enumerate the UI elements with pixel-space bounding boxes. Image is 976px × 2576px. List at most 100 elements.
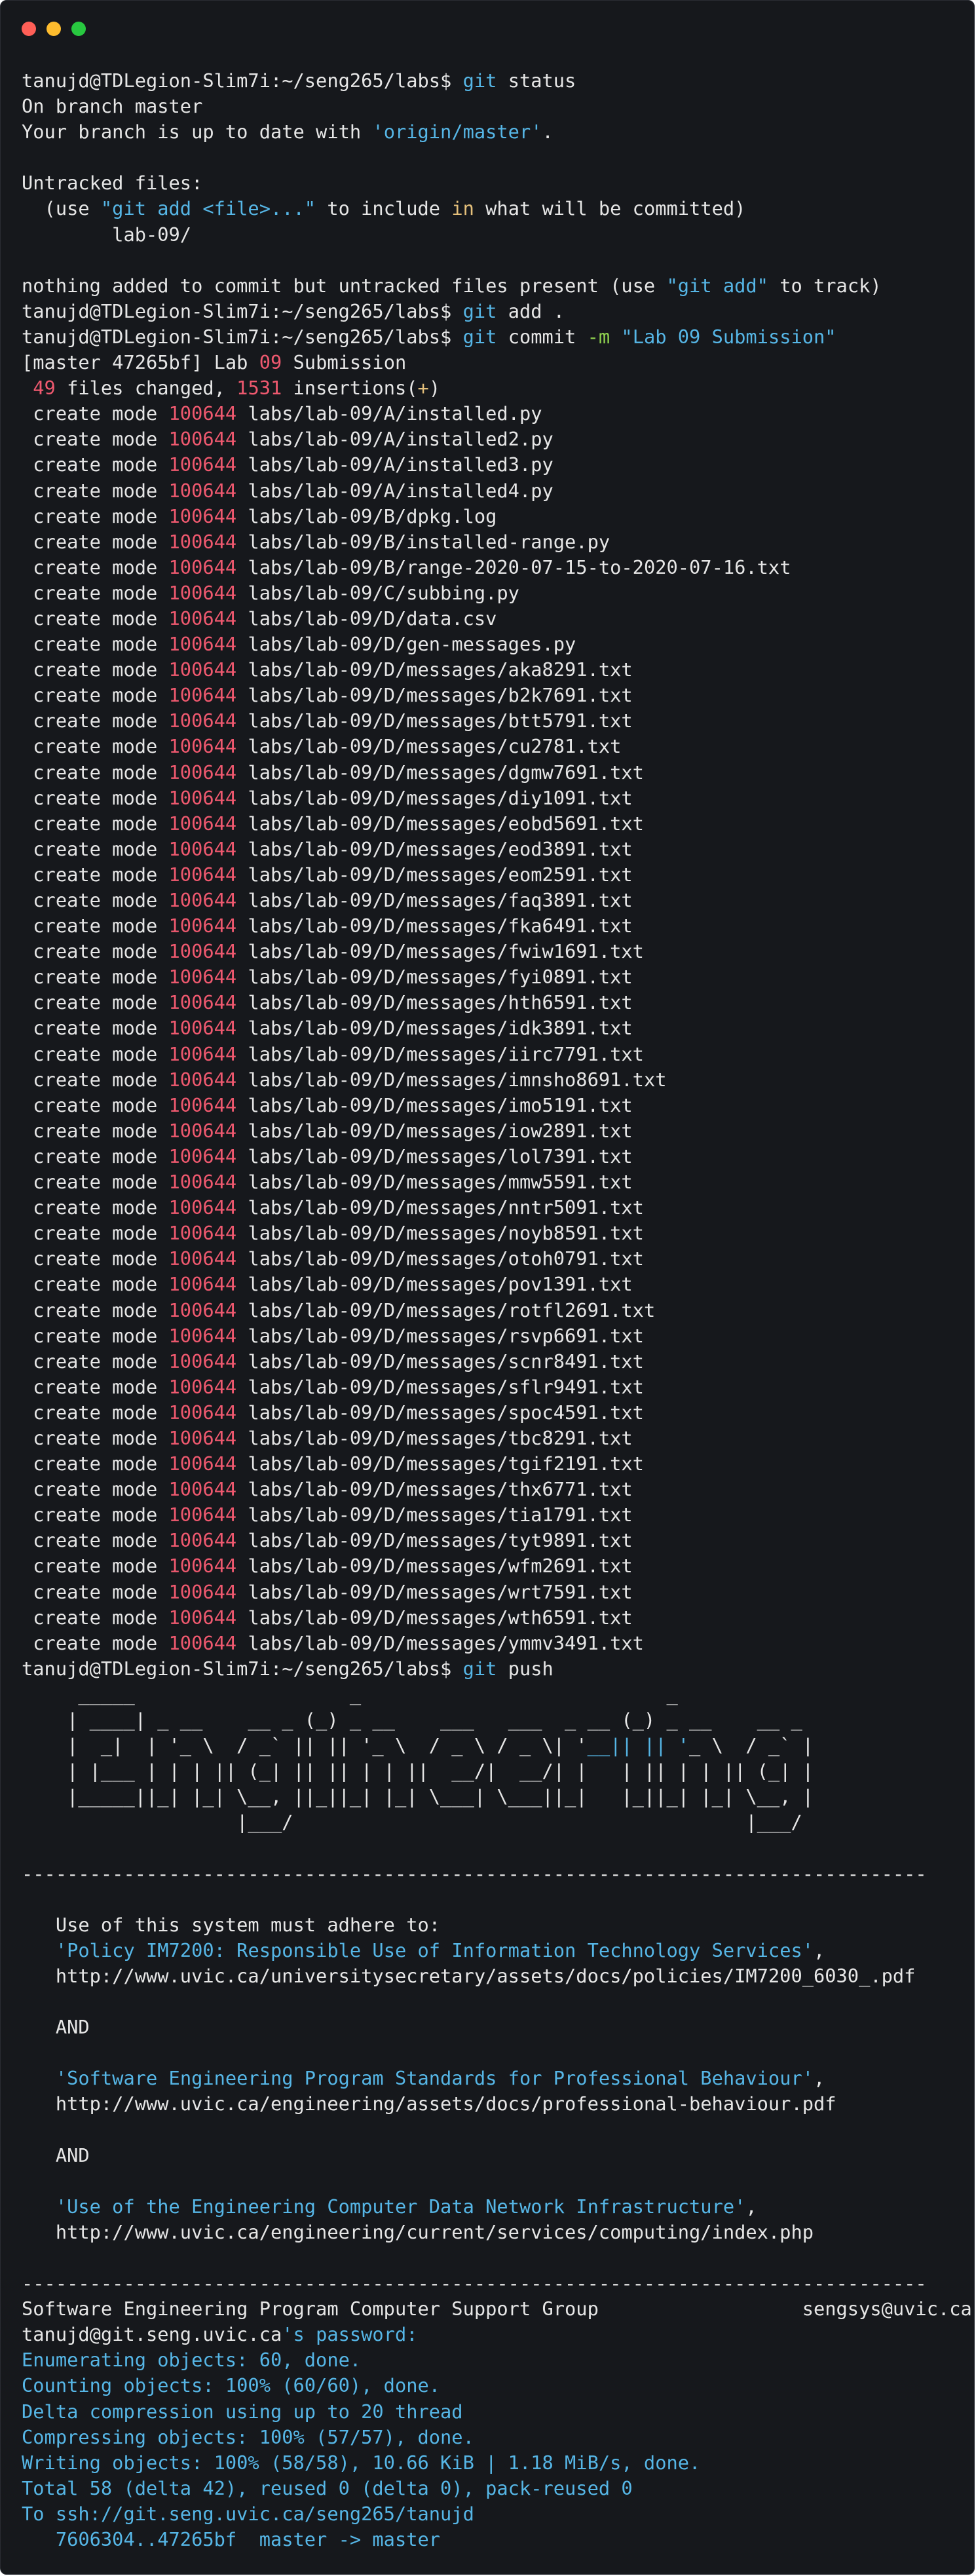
terminal-text-segment: | ____| _ __ __ _ (_) _ __ ___ ___ _ __ … xyxy=(22,1709,802,1731)
terminal-text-segment: labs/lab-09/D/messages/btt5791.txt xyxy=(236,710,633,732)
terminal-text-segment: commit xyxy=(497,325,588,348)
terminal-text-segment: _ \ / _` | xyxy=(689,1734,814,1757)
terminal-text-segment: [master 47265bf] Lab xyxy=(22,351,259,374)
minimize-button[interactable] xyxy=(47,22,61,36)
terminal-text-segment: tanujd@TDLegion-Slim7i:~/seng265/labs$ xyxy=(22,1657,463,1680)
terminal-text-segment: labs/lab-09/C/subbing.py xyxy=(236,581,519,604)
terminal-text-segment: 100644 xyxy=(168,1375,237,1398)
terminal-line: |___/ |___/ xyxy=(22,1809,974,1835)
terminal-line: AND xyxy=(22,2015,974,2040)
terminal-text-segment: labs/lab-09/D/messages/tbc8291.txt xyxy=(236,1426,633,1449)
terminal-text-segment: labs/lab-09/A/installed.py xyxy=(236,402,542,425)
terminal-text-segment: labs/lab-09/D/messages/fka6491.txt xyxy=(236,915,633,938)
terminal-line: create mode 100644 labs/lab-09/D/message… xyxy=(22,1631,974,1656)
terminal-line: create mode 100644 labs/lab-09/B/dpkg.lo… xyxy=(22,504,974,529)
terminal-text-segment: in xyxy=(451,197,474,220)
terminal-text-segment: tanujd@TDLegion-Slim7i:~/seng265/labs$ xyxy=(22,299,463,322)
terminal-line: create mode 100644 labs/lab-09/D/message… xyxy=(22,1426,974,1451)
terminal-text-segment: create mode xyxy=(22,1298,169,1321)
terminal-text-segment: nothing added to commit but untracked fi… xyxy=(22,274,667,297)
terminal-text-segment: 100644 xyxy=(168,863,237,886)
terminal-line: create mode 100644 labs/lab-09/D/message… xyxy=(22,1477,974,1502)
terminal-text-segment: | |___ | | | || (_| || || | | || __/| __… xyxy=(22,1760,814,1783)
terminal-line: create mode 100644 labs/lab-09/A/install… xyxy=(22,478,974,504)
terminal-text-segment: create mode xyxy=(22,940,169,963)
terminal-line: create mode 100644 labs/lab-09/D/message… xyxy=(22,964,974,990)
terminal-text-segment: 100644 xyxy=(168,1196,237,1219)
terminal-text-segment: labs/lab-09/D/messages/tgif2191.txt xyxy=(236,1452,644,1475)
terminal-text-segment: create mode xyxy=(22,684,169,707)
terminal-text-segment: create mode xyxy=(22,530,169,553)
terminal-text-segment: Your branch is up to date with xyxy=(22,121,373,143)
terminal-text-segment: labs/lab-09/D/messages/rotfl2691.txt xyxy=(236,1298,656,1321)
terminal-line: Enumerating objects: 60, done. xyxy=(22,2347,974,2373)
terminal-text-segment: labs/lab-09/D/messages/rsvp6691.txt xyxy=(236,1324,644,1347)
terminal-text-segment: 100644 xyxy=(168,1401,237,1424)
terminal-text-segment: labs/lab-09/B/installed-range.py xyxy=(236,530,610,553)
terminal-text-segment: tanujd@TDLegion-Slim7i:~/seng265/labs$ xyxy=(22,325,463,348)
terminal-text-segment: 100644 xyxy=(168,479,237,502)
maximize-button[interactable] xyxy=(71,22,86,36)
terminal-text-segment: 09 xyxy=(259,351,282,374)
terminal-text-segment: On branch master xyxy=(22,95,203,118)
terminal-line: Compressing objects: 100% (57/57), done. xyxy=(22,2425,974,2450)
terminal-text-segment: 1531 xyxy=(236,377,282,400)
terminal-line: tanujd@TDLegion-Slim7i:~/seng265/labs$ g… xyxy=(22,324,974,350)
terminal-output[interactable]: tanujd@TDLegion-Slim7i:~/seng265/labs$ g… xyxy=(22,68,974,2552)
terminal-text-segment: 100644 xyxy=(168,915,237,938)
terminal-text-segment: labs/lab-09/D/messages/faq3891.txt xyxy=(236,889,633,911)
terminal-text-segment: http://www.uvic.ca/engineering/assets/do… xyxy=(22,2093,836,2115)
terminal-text-segment: | _| | '_ \ / _` || || '_ \ / _ \ / _ \|… xyxy=(22,1734,588,1757)
terminal-text-segment: 100644 xyxy=(168,581,237,604)
terminal-text-segment: 100644 xyxy=(168,1529,237,1552)
terminal-text-segment: 100644 xyxy=(168,556,237,578)
terminal-text-segment: labs/lab-09/D/data.csv xyxy=(236,607,497,630)
terminal-line: create mode 100644 labs/lab-09/D/message… xyxy=(22,1323,974,1349)
terminal-text-segment: labs/lab-09/D/messages/fyi0891.txt xyxy=(236,966,633,989)
terminal-line: create mode 100644 labs/lab-09/C/subbing… xyxy=(22,580,974,606)
close-button[interactable] xyxy=(22,22,36,36)
terminal-text-segment: create mode xyxy=(22,1350,169,1373)
terminal-text-segment: 100644 xyxy=(168,1247,237,1270)
terminal-text-segment: 100644 xyxy=(168,1350,237,1373)
terminal-line: Untracked files: xyxy=(22,170,974,196)
terminal-text-segment: http://www.uvic.ca/universitysecretary/a… xyxy=(22,1964,916,1987)
terminal-text-segment: create mode xyxy=(22,761,169,784)
terminal-text-segment: create mode xyxy=(22,1017,169,1040)
terminal-text-segment: create mode xyxy=(22,710,169,732)
terminal-text-segment: create mode xyxy=(22,1529,169,1552)
terminal-text-segment: 100644 xyxy=(168,1504,237,1526)
terminal-text-segment: create mode xyxy=(22,837,169,860)
terminal-text-segment: create mode xyxy=(22,991,169,1014)
terminal-text-segment: , xyxy=(814,1939,825,1961)
terminal-line: nothing added to commit but untracked fi… xyxy=(22,273,974,299)
terminal-text-segment: 100644 xyxy=(168,1093,237,1116)
terminal-text-segment: . xyxy=(542,121,554,143)
terminal-text-segment: Compressing objects: 100% (57/57), done. xyxy=(22,2425,474,2448)
terminal-text-segment: labs/lab-09/B/range-2020-07-15-to-2020-0… xyxy=(236,556,791,578)
terminal-text-segment: labs/lab-09/B/dpkg.log xyxy=(236,504,497,527)
terminal-text-segment: To ssh://git.seng.uvic.ca/seng265/tanujd xyxy=(22,2502,474,2525)
terminal-text-segment: labs/lab-09/D/messages/imo5191.txt xyxy=(236,1093,633,1116)
terminal-text-segment: labs/lab-09/D/messages/pov1391.txt xyxy=(236,1273,633,1296)
terminal-text-segment: create mode xyxy=(22,1196,169,1219)
terminal-text-segment: labs/lab-09/D/messages/nntr5091.txt xyxy=(236,1196,644,1219)
terminal-text-segment: git xyxy=(462,1657,497,1680)
terminal-line: create mode 100644 labs/lab-09/D/message… xyxy=(22,1118,974,1144)
terminal-text-segment: create mode xyxy=(22,1324,169,1347)
terminal-text-segment: 'Use of the Engineering Computer Data Ne… xyxy=(55,2195,746,2218)
terminal-line: create mode 100644 labs/lab-09/D/message… xyxy=(22,1169,974,1195)
terminal-line: Software Engineering Program Computer Su… xyxy=(22,2296,974,2322)
terminal-line: create mode 100644 labs/lab-09/D/message… xyxy=(22,1298,974,1323)
terminal-line: create mode 100644 labs/lab-09/D/message… xyxy=(22,1246,974,1272)
terminal-text-segment: 100644 xyxy=(168,761,237,784)
terminal-text-segment: 100644 xyxy=(168,1324,237,1347)
terminal-text-segment: 100644 xyxy=(168,812,237,835)
terminal-text-segment: create mode xyxy=(22,581,169,604)
terminal-line: tanujd@TDLegion-Slim7i:~/seng265/labs$ g… xyxy=(22,1656,974,1682)
terminal-line: create mode 100644 labs/lab-09/D/message… xyxy=(22,1195,974,1221)
terminal-text-segment: create mode xyxy=(22,889,169,911)
